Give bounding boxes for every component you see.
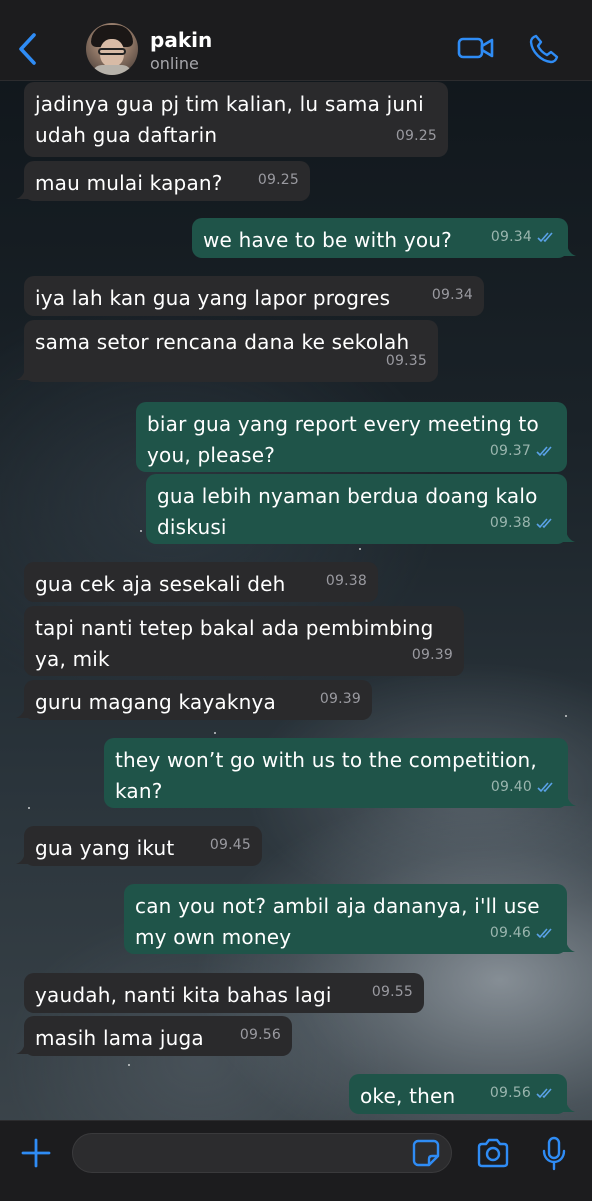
message-time: 09.35 [385, 353, 427, 369]
video-camera-icon[interactable] [457, 34, 495, 62]
message-bubble-incoming[interactable]: yaudah, nanti kita bahas lagi 09.55 [24, 973, 424, 1013]
message-time: 09.40 [490, 779, 532, 795]
message-text: ya, mik [35, 647, 110, 671]
message-bubble-incoming[interactable]: iya lah kan gua yang lapor progres 09.34 [24, 276, 484, 316]
message-time: 09.34 [490, 229, 532, 245]
message-time: 09.25 [257, 172, 299, 188]
chat-header: pakin online [0, 0, 592, 81]
message-bubble-outgoing[interactable]: gua lebih nyaman berdua doang kalo disku… [146, 474, 575, 544]
microphone-icon[interactable] [541, 1136, 567, 1172]
message-text: udah gua daftarin [35, 123, 218, 147]
message-text: guru magang kayaknya [35, 690, 276, 714]
message-time: 09.39 [319, 691, 361, 707]
message-bubble-incoming[interactable]: sama setor rencana dana ke sekolah 09.35 [16, 320, 438, 382]
message-bubble-outgoing[interactable]: biar gua yang report every meeting to yo… [136, 402, 567, 472]
message-time: 09.39 [411, 647, 453, 663]
message-time: 09.38 [489, 515, 531, 531]
contact-name[interactable]: pakin [150, 28, 212, 52]
sticker-icon[interactable] [412, 1139, 440, 1167]
message-composer [0, 1120, 592, 1201]
message-time: 09.45 [209, 837, 251, 853]
message-text: tapi nanti tetep bakal ada pembimbing [35, 616, 434, 640]
message-text: sama setor rencana dana ke sekolah [35, 330, 410, 354]
message-time: 09.55 [371, 984, 413, 1000]
message-time: 09.37 [489, 443, 531, 459]
message-time: 09.38 [325, 573, 367, 589]
message-bubble-incoming[interactable]: masih lama juga 09.56 [16, 1016, 292, 1056]
message-bubble-incoming[interactable]: mau mulai kapan? 09.25 [16, 161, 310, 201]
message-time: 09.25 [395, 128, 437, 144]
plus-icon[interactable] [20, 1137, 52, 1169]
contact-status: online [150, 54, 199, 73]
message-text: jadinya gua pj tim kalian, lu sama juni [35, 92, 424, 116]
message-bubble-incoming[interactable]: jadinya gua pj tim kalian, lu sama juni … [24, 82, 448, 157]
message-bubble-outgoing[interactable]: oke, then 09.56 [349, 1074, 575, 1114]
double-check-icon [537, 232, 553, 243]
message-bubble-incoming[interactable]: gua cek aja sesekali deh 09.38 [24, 562, 378, 602]
chevron-left-icon[interactable] [14, 32, 42, 66]
message-time: 09.46 [489, 925, 531, 941]
message-time: 09.56 [239, 1027, 281, 1043]
message-text: yaudah, nanti kita bahas lagi [35, 983, 332, 1007]
message-time: 09.34 [431, 287, 473, 303]
message-input[interactable] [72, 1133, 452, 1173]
message-bubble-incoming[interactable]: guru magang kayaknya 09.39 [16, 680, 372, 720]
double-check-icon [537, 782, 553, 793]
message-time: 09.56 [489, 1085, 531, 1101]
double-check-icon [536, 446, 552, 457]
double-check-icon [536, 928, 552, 939]
double-check-icon [536, 1088, 552, 1099]
message-list[interactable]: jadinya gua pj tim kalian, lu sama juni … [0, 80, 592, 1120]
double-check-icon [536, 518, 552, 529]
message-text: iya lah kan gua yang lapor progres [35, 286, 391, 310]
message-bubble-incoming[interactable]: tapi nanti tetep bakal ada pembimbing ya… [24, 606, 464, 676]
message-bubble-outgoing[interactable]: they won’t go with us to the competition… [104, 738, 576, 808]
phone-icon[interactable] [528, 33, 560, 65]
message-text: gua cek aja sesekali deh [35, 572, 286, 596]
avatar[interactable] [86, 23, 138, 75]
camera-icon[interactable] [476, 1138, 510, 1168]
message-bubble-outgoing[interactable]: we have to be with you? 09.34 [192, 218, 576, 258]
message-bubble-incoming[interactable]: gua yang ikut 09.45 [16, 826, 262, 866]
message-bubble-outgoing[interactable]: can you not? ambil aja dananya, i'll use… [124, 884, 575, 954]
